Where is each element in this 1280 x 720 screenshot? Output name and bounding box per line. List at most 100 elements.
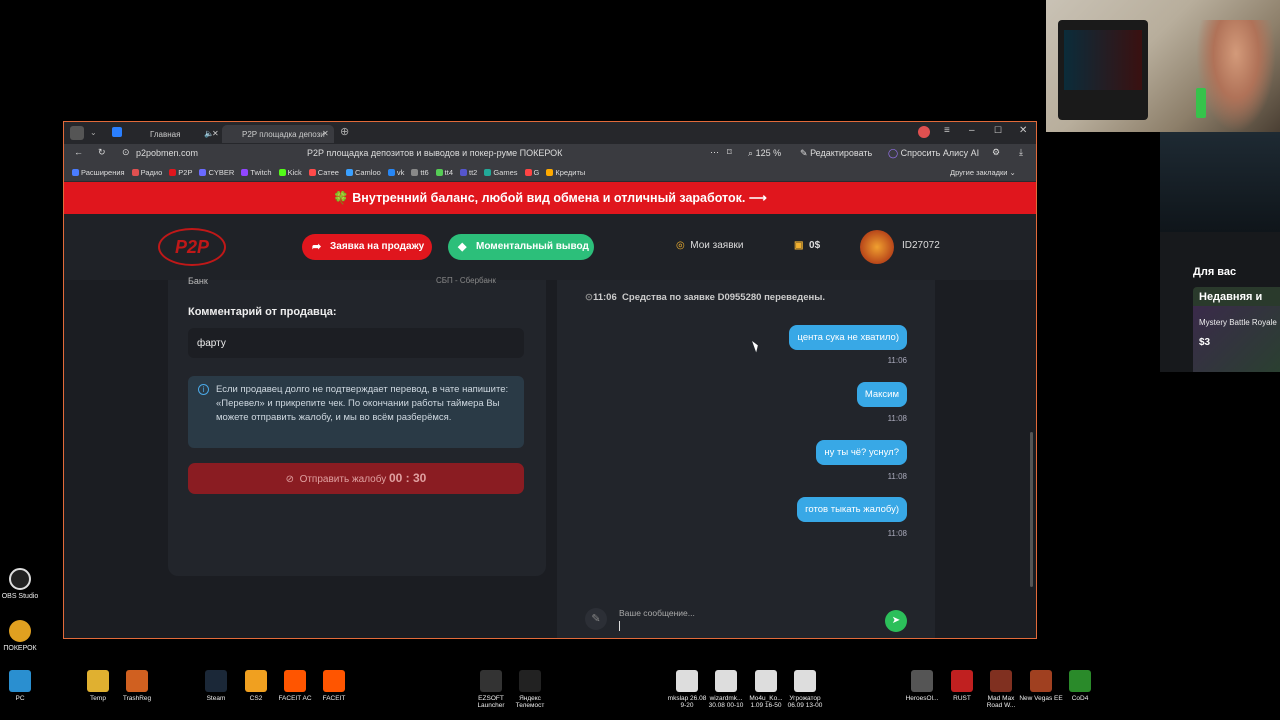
bookmark-icon[interactable]: ⌑ bbox=[727, 147, 732, 158]
taskbar-shortcut[interactable]: Mad Max Road W... bbox=[979, 670, 1023, 709]
alice-icon: ◯ bbox=[888, 148, 899, 158]
taskbar-shortcut[interactable]: New Vegas EE bbox=[1019, 670, 1063, 702]
browser-menu-icon[interactable] bbox=[70, 126, 84, 140]
obs-studio-shortcut[interactable]: OBS Studio bbox=[0, 568, 50, 601]
instant-withdraw-button[interactable]: ◆ Моментальный вывод bbox=[448, 234, 594, 260]
taskbar-shortcut[interactable]: EZSOFT Launcher bbox=[469, 670, 513, 709]
shortcut-label: TrashReg bbox=[122, 695, 152, 702]
more-icon[interactable]: ⋯ bbox=[710, 147, 719, 158]
shortcut-label: HeroesOl... bbox=[905, 695, 939, 702]
send-icon[interactable]: ➤ bbox=[885, 610, 907, 632]
taskbar-shortcut[interactable]: CS2 bbox=[234, 670, 278, 702]
alert-icon: ⊘ bbox=[285, 474, 295, 485]
taskbar-shortcut[interactable]: PC bbox=[0, 670, 42, 702]
close-icon[interactable]: ✕ bbox=[212, 129, 219, 138]
minimize-icon[interactable]: – bbox=[969, 125, 975, 136]
bookmark-item[interactable]: Twitch bbox=[241, 164, 272, 181]
info-text: Если продавец долго не подтверждает пере… bbox=[216, 384, 509, 423]
taskbar-shortcut[interactable]: TrashReg bbox=[115, 670, 159, 702]
other-bookmarks[interactable]: Другие закладки ⌄ bbox=[950, 164, 1016, 181]
taskbar-shortcut[interactable]: Mo4u_Ko... 1.09 16-50 bbox=[744, 670, 788, 709]
zoom-icon: ⌕ bbox=[748, 148, 754, 158]
bookmark-item[interactable]: Расширения bbox=[72, 164, 125, 181]
clock-icon: ⊙ bbox=[585, 292, 593, 303]
page-scrollbar[interactable] bbox=[1030, 432, 1033, 587]
new-tab-icon[interactable]: ⊕ bbox=[340, 125, 349, 138]
taskbar-shortcut[interactable]: Угрожатор 06.09 13-00 bbox=[783, 670, 827, 709]
zoom-value: 125 % bbox=[755, 148, 782, 158]
balance-display[interactable]: ▣ 0$ bbox=[794, 240, 820, 251]
bookmark-item[interactable]: Сатее bbox=[308, 164, 339, 181]
bookmark-item[interactable]: tt6 bbox=[411, 164, 429, 181]
tab-p2p[interactable]: P2P площадка депози ✕ bbox=[222, 125, 334, 143]
bookmark-label: Twitch bbox=[250, 168, 272, 177]
taskbar-shortcut[interactable]: Temp bbox=[76, 670, 120, 702]
taskbar-shortcut[interactable]: Яндекс Телемост bbox=[508, 670, 552, 709]
bookmark-label: tt2 bbox=[469, 168, 478, 177]
message-input[interactable]: Ваше сообщение... bbox=[619, 608, 695, 618]
complaint-button[interactable]: ⊘ Отправить жалобу 00 : 30 bbox=[188, 463, 524, 494]
alice-button[interactable]: ◯ Спросить Алису AI bbox=[888, 148, 979, 159]
taskbar-shortcut[interactable]: Steam bbox=[194, 670, 238, 702]
my-orders-link[interactable]: ◎ Мои заявки bbox=[676, 240, 744, 251]
bookmark-item[interactable]: G bbox=[524, 164, 539, 181]
tab-home[interactable]: Главная 🔈 ✕ bbox=[132, 125, 220, 143]
bookmark-item[interactable]: tt4 bbox=[435, 164, 453, 181]
pinned-tab-icon[interactable] bbox=[112, 127, 122, 137]
seller-comment: фарту bbox=[188, 328, 524, 358]
download-icon[interactable]: ⤓ bbox=[1019, 147, 1023, 158]
shortcut-label: Mo4u_Ko... 1.09 16-50 bbox=[749, 695, 783, 709]
extensions-icon[interactable]: ⚙ bbox=[992, 147, 1000, 158]
taskbar-shortcut[interactable]: HeroesOl... bbox=[900, 670, 944, 702]
site-logo[interactable]: P2P bbox=[158, 228, 226, 266]
promo-banner[interactable]: 🍀 Внутренний баланс, любой вид обмена и … bbox=[64, 182, 1036, 214]
taskbar-shortcut[interactable]: wizardmk... 30.08 00-10 bbox=[704, 670, 748, 709]
menu-icon[interactable]: ≡ bbox=[944, 125, 950, 136]
chat-panel: ⊙11:06 Средства по заявке D0955280 перев… bbox=[557, 280, 935, 638]
bookmark-item[interactable]: Camloo bbox=[345, 164, 381, 181]
app-icon bbox=[990, 670, 1012, 692]
site-header: P2P ➦ Заявка на продажу ◆ Моментальный выв… bbox=[64, 214, 1036, 280]
shortcut-label: wizardmk... 30.08 00-10 bbox=[708, 695, 744, 709]
paperclip-icon[interactable]: ✎ bbox=[585, 608, 607, 630]
app-icon bbox=[323, 670, 345, 692]
system-time: 11:06 bbox=[592, 292, 617, 303]
bookmark-item[interactable]: Кредиты bbox=[546, 164, 585, 181]
profile-icon[interactable] bbox=[918, 126, 930, 138]
close-icon[interactable]: ✕ bbox=[322, 129, 329, 138]
bookmark-icon bbox=[484, 169, 492, 176]
store-card[interactable]: Mystery Battle Royale $3 bbox=[1193, 306, 1280, 372]
url-field[interactable]: p2pobmen.com bbox=[136, 148, 198, 158]
shortcut-label: Яндекс Телемост bbox=[515, 695, 545, 709]
pokerok-shortcut[interactable]: ПОКЕРОК bbox=[0, 620, 50, 653]
sell-order-button[interactable]: ➦ Заявка на продажу bbox=[302, 234, 432, 260]
bookmark-label: CYBER bbox=[208, 168, 235, 177]
bookmark-item[interactable]: Kick bbox=[278, 164, 302, 181]
taskbar-shortcut[interactable]: mkslap 26.08 9-20 bbox=[665, 670, 709, 709]
chevron-down-icon[interactable]: ⌄ bbox=[90, 128, 97, 137]
bookmark-item[interactable]: P2P bbox=[169, 164, 192, 181]
bookmark-item[interactable]: tt2 bbox=[460, 164, 478, 181]
taskbar-shortcut[interactable]: FACEIT bbox=[312, 670, 356, 702]
bookmark-icon bbox=[72, 169, 79, 176]
back-icon[interactable]: ← bbox=[74, 147, 83, 157]
system-text: Средства по заявке D0955280 переведены. bbox=[622, 292, 825, 303]
user-id[interactable]: ID27072 bbox=[902, 240, 940, 251]
taskbar-shortcut[interactable]: RUST bbox=[940, 670, 984, 702]
shortcut-label: RUST bbox=[953, 695, 971, 702]
close-window-icon[interactable]: ✕ bbox=[1019, 125, 1027, 136]
avatar[interactable] bbox=[860, 230, 894, 264]
bookmark-item[interactable]: Радио bbox=[131, 164, 162, 181]
maximize-icon[interactable]: ☐ bbox=[994, 125, 1002, 136]
edit-button[interactable]: ✎ Редактировать bbox=[800, 148, 872, 159]
bookmark-item[interactable]: vk bbox=[387, 164, 404, 181]
bookmark-icon bbox=[241, 169, 249, 176]
bookmark-item[interactable]: CYBER bbox=[199, 164, 235, 181]
zoom-level[interactable]: ⌕ 125 % bbox=[748, 148, 781, 159]
shortcut-label: Steam bbox=[206, 695, 226, 702]
store-recent-tab[interactable]: Недавняя и bbox=[1193, 287, 1280, 307]
taskbar-shortcut[interactable]: CoD4 bbox=[1058, 670, 1102, 702]
taskbar-shortcut[interactable]: FACEIT AC bbox=[273, 670, 317, 702]
reload-icon[interactable]: ↻ bbox=[98, 147, 106, 158]
bookmark-item[interactable]: Games bbox=[484, 164, 518, 181]
